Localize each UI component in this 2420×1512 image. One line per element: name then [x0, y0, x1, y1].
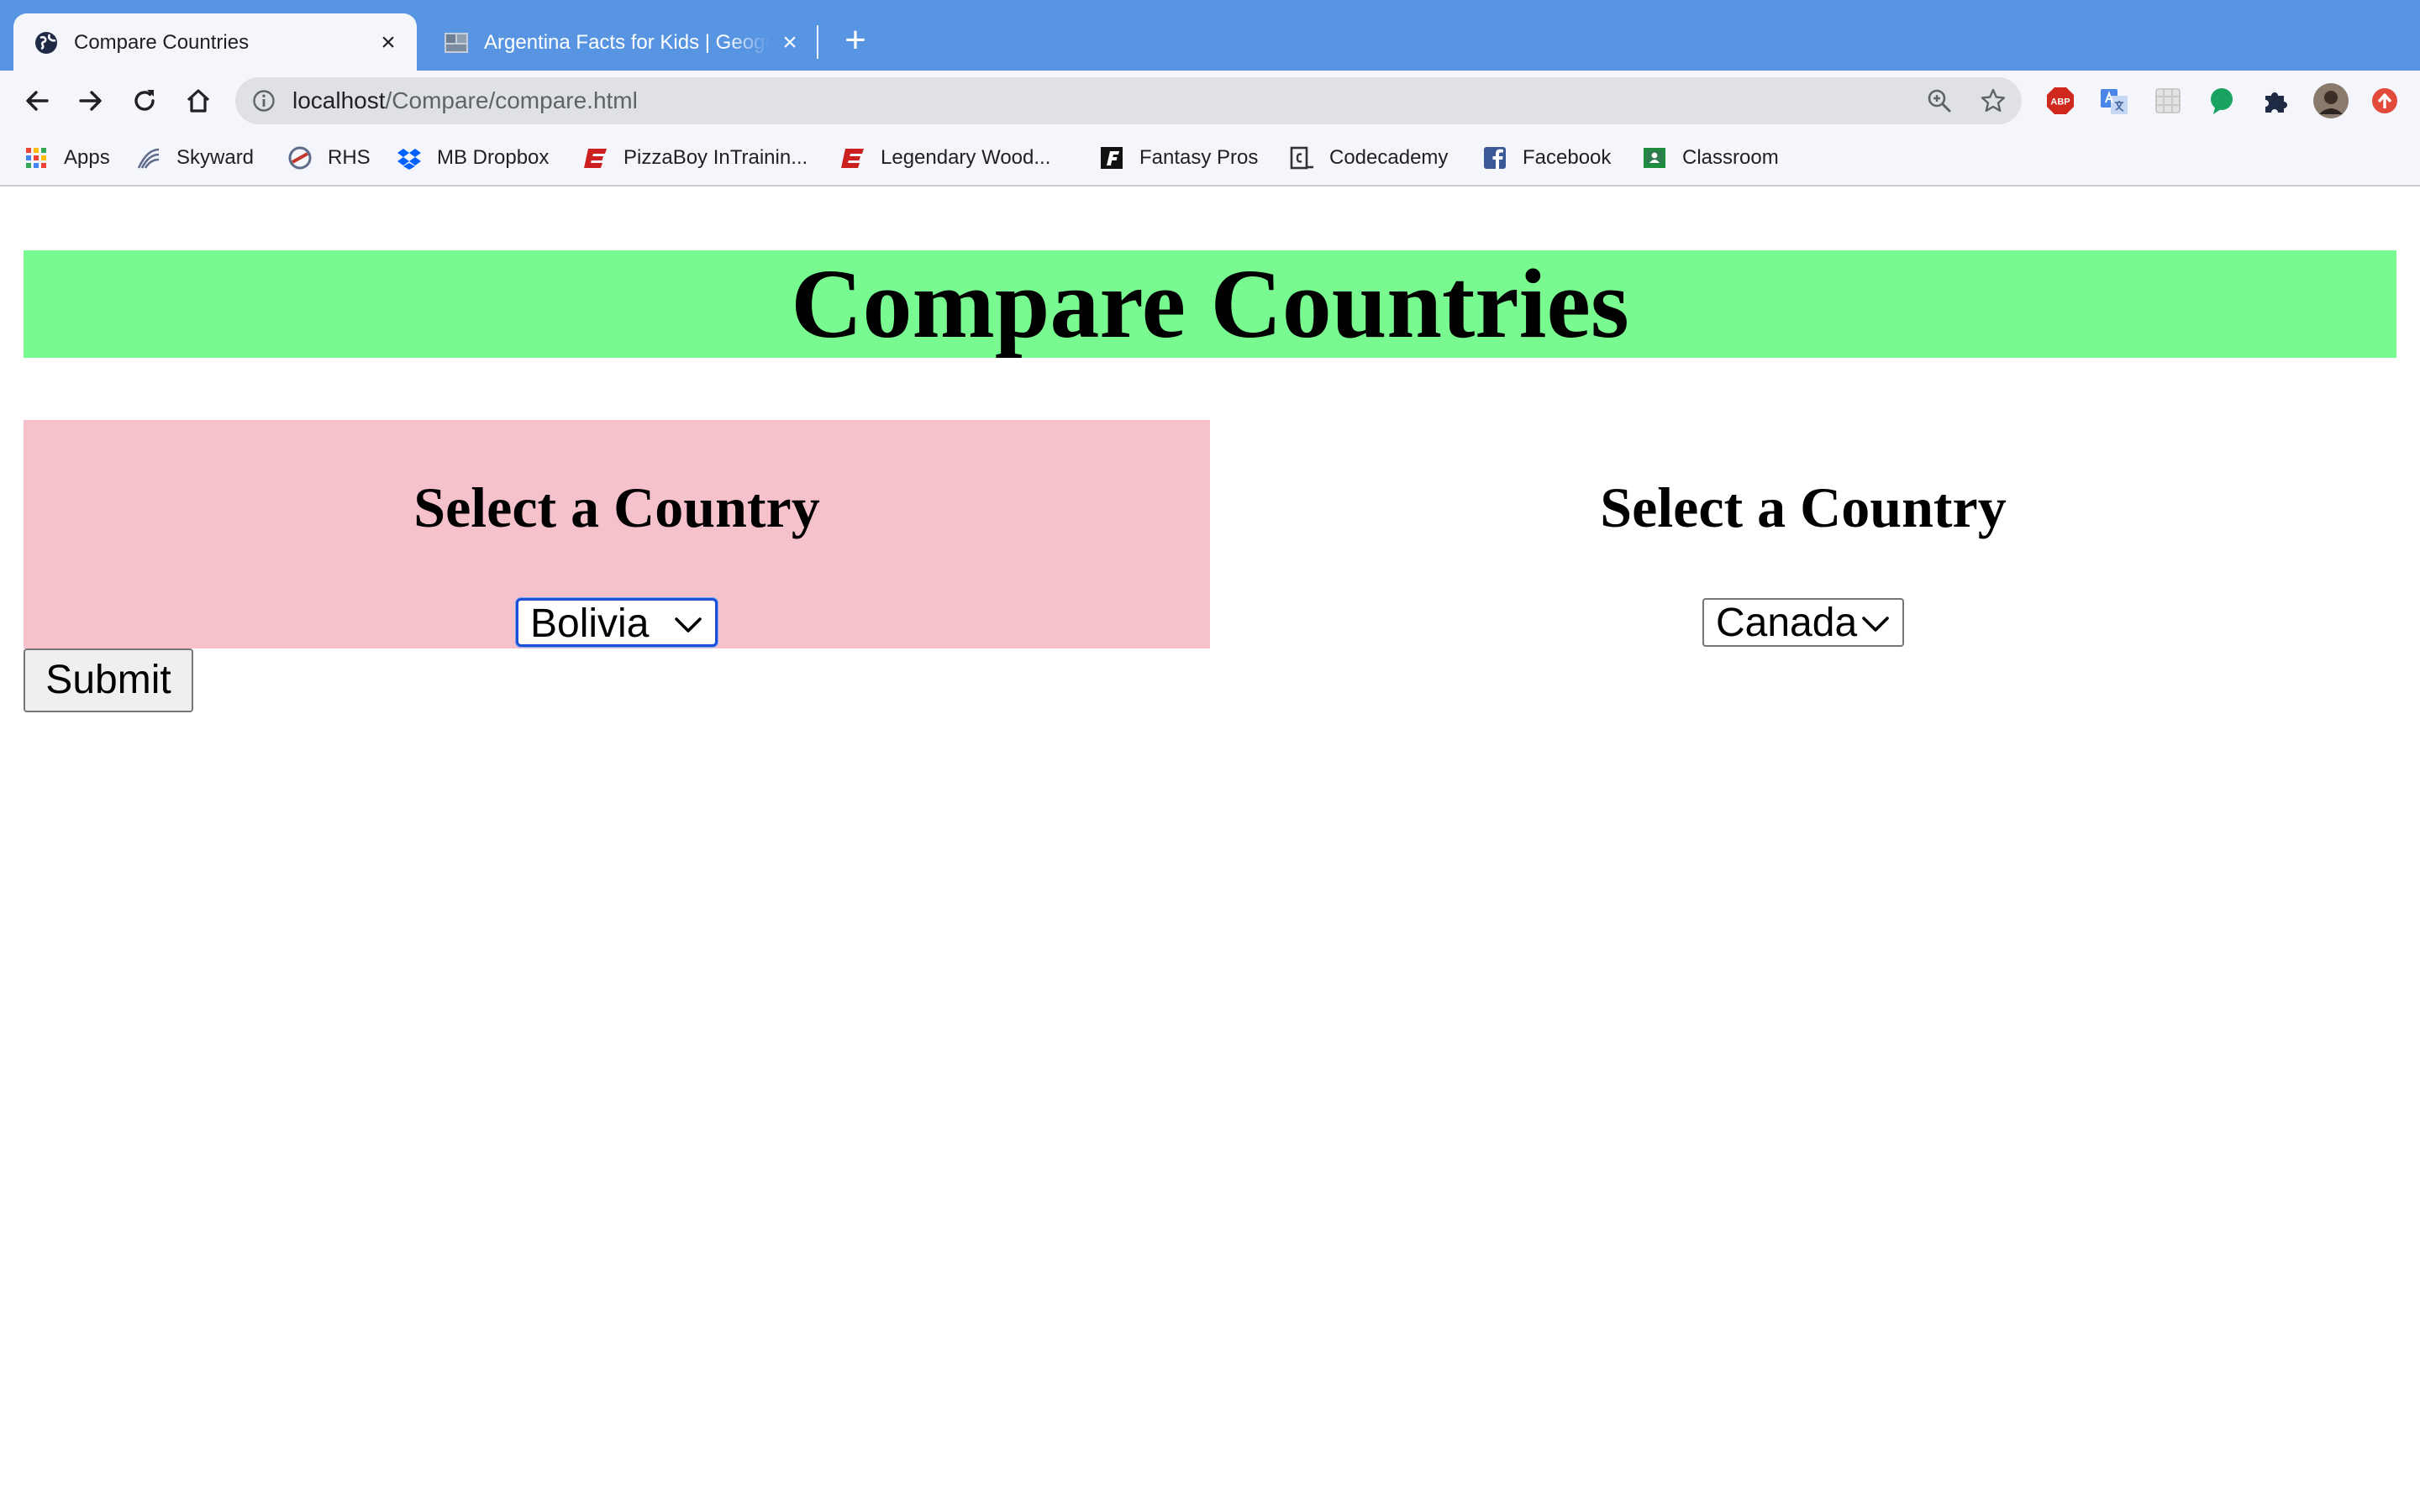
puzzle-icon[interactable]	[2260, 86, 2291, 116]
bookmark-classroom[interactable]: Classroom	[1642, 143, 1779, 173]
classroom-icon	[1644, 148, 1665, 168]
bookmark-label: Apps	[64, 146, 110, 169]
site-info-icon[interactable]	[252, 89, 276, 113]
zoom-icon[interactable]	[1926, 87, 1953, 114]
close-icon[interactable]: ×	[778, 30, 802, 55]
bookmark-skyward[interactable]: Skyward	[136, 143, 254, 173]
back-arrow-icon[interactable]	[22, 86, 52, 116]
new-tab-button[interactable]: +	[839, 22, 872, 59]
tab-separator	[817, 25, 818, 59]
tab-title: Compare Countries	[74, 31, 250, 54]
dropbox-icon	[397, 149, 421, 170]
submit-button[interactable]: Submit	[24, 648, 193, 712]
country-select-right[interactable]: Canada	[1702, 598, 1904, 647]
country-select-left[interactable]: Bolivia	[516, 598, 718, 647]
update-arrow-icon[interactable]	[2370, 86, 2400, 116]
bookmark-rhs[interactable]: RHS	[287, 143, 371, 173]
espn-icon	[584, 149, 607, 168]
codecademy-icon	[1290, 146, 1313, 170]
tab-argentina-facts[interactable]: Argentina Facts for Kids | Geography ×	[424, 13, 818, 71]
page-content: Compare Countries Select a Country Boliv…	[0, 186, 2420, 1512]
url-text[interactable]: localhost/Compare/compare.html	[292, 87, 638, 114]
adblock-icon[interactable]: ABP	[2045, 86, 2075, 116]
bookmark-label: PizzaBoy InTrainin...	[623, 146, 808, 169]
selected-country: Canada	[1716, 601, 1858, 645]
bookmark-apps[interactable]: Apps	[24, 143, 110, 173]
bookmarks-bar: Apps Skyward RHS MB Dropbox PizzaBoy InT…	[0, 131, 2420, 186]
bookmark-star-icon[interactable]	[1980, 87, 2007, 114]
bookmark-legendary-wood[interactable]: Legendary Wood...	[840, 143, 1050, 173]
apps-grid-icon	[26, 148, 46, 168]
url-path: /Compare/compare.html	[385, 87, 638, 113]
profile-avatar-icon[interactable]	[2312, 82, 2349, 119]
panel-heading: Select a Country	[413, 475, 820, 539]
bookmark-mb-dropbox[interactable]: MB Dropbox	[397, 143, 549, 173]
home-icon[interactable]	[183, 86, 213, 116]
reload-icon[interactable]	[129, 86, 160, 116]
panel-heading: Select a Country	[1600, 475, 2007, 539]
page-thumbnail-icon	[445, 33, 468, 53]
country-panel-right: Select a Country Canada	[1210, 420, 2396, 648]
bookmark-label: Codecademy	[1329, 146, 1449, 169]
browser-toolbar: localhost/Compare/compare.html ABP	[0, 71, 2420, 131]
translate-icon[interactable]	[2099, 86, 2129, 116]
adblock-label: ABP	[2050, 97, 2070, 108]
close-icon[interactable]: ×	[376, 30, 400, 55]
chat-bubble-icon[interactable]	[2207, 86, 2237, 116]
espn-icon	[841, 149, 864, 168]
address-bar[interactable]: localhost/Compare/compare.html	[235, 77, 2022, 124]
page-title: Compare Countries	[24, 250, 2396, 358]
grid-extension-icon[interactable]	[2153, 86, 2183, 116]
chevron-down-icon	[1862, 617, 1889, 632]
bookmark-label: Facebook	[1523, 146, 1612, 169]
url-host: localhost	[292, 87, 386, 113]
chevron-down-icon	[675, 617, 702, 633]
skyward-icon	[137, 148, 160, 169]
bookmark-facebook[interactable]: Facebook	[1482, 143, 1611, 173]
bookmark-codecademy[interactable]: Codecademy	[1289, 143, 1448, 173]
rhs-icon	[288, 146, 312, 170]
tab-title: Argentina Facts for Kids | Geography	[484, 31, 770, 54]
bookmark-label: Classroom	[1682, 146, 1779, 169]
bookmark-fantasy-pros[interactable]: Fantasy Pros	[1099, 143, 1258, 173]
bookmark-pizzaboy[interactable]: PizzaBoy InTrainin...	[583, 143, 808, 173]
bookmark-label: Skyward	[176, 146, 255, 169]
bookmark-label: Legendary Wood...	[881, 146, 1051, 169]
tab-strip: Compare Countries × Argentina Facts for …	[0, 0, 2420, 71]
fantasypros-icon	[1101, 147, 1123, 169]
tab-compare-countries[interactable]: Compare Countries ×	[13, 13, 417, 71]
facebook-icon	[1484, 147, 1506, 169]
forward-arrow-icon[interactable]	[76, 86, 106, 116]
selected-country: Bolivia	[530, 601, 650, 646]
bookmark-label: RHS	[328, 146, 371, 169]
bookmark-label: Fantasy Pros	[1139, 146, 1259, 169]
country-panel-left: Select a Country Bolivia	[24, 420, 1210, 648]
bookmark-label: MB Dropbox	[437, 146, 550, 169]
globe-icon	[35, 32, 57, 54]
